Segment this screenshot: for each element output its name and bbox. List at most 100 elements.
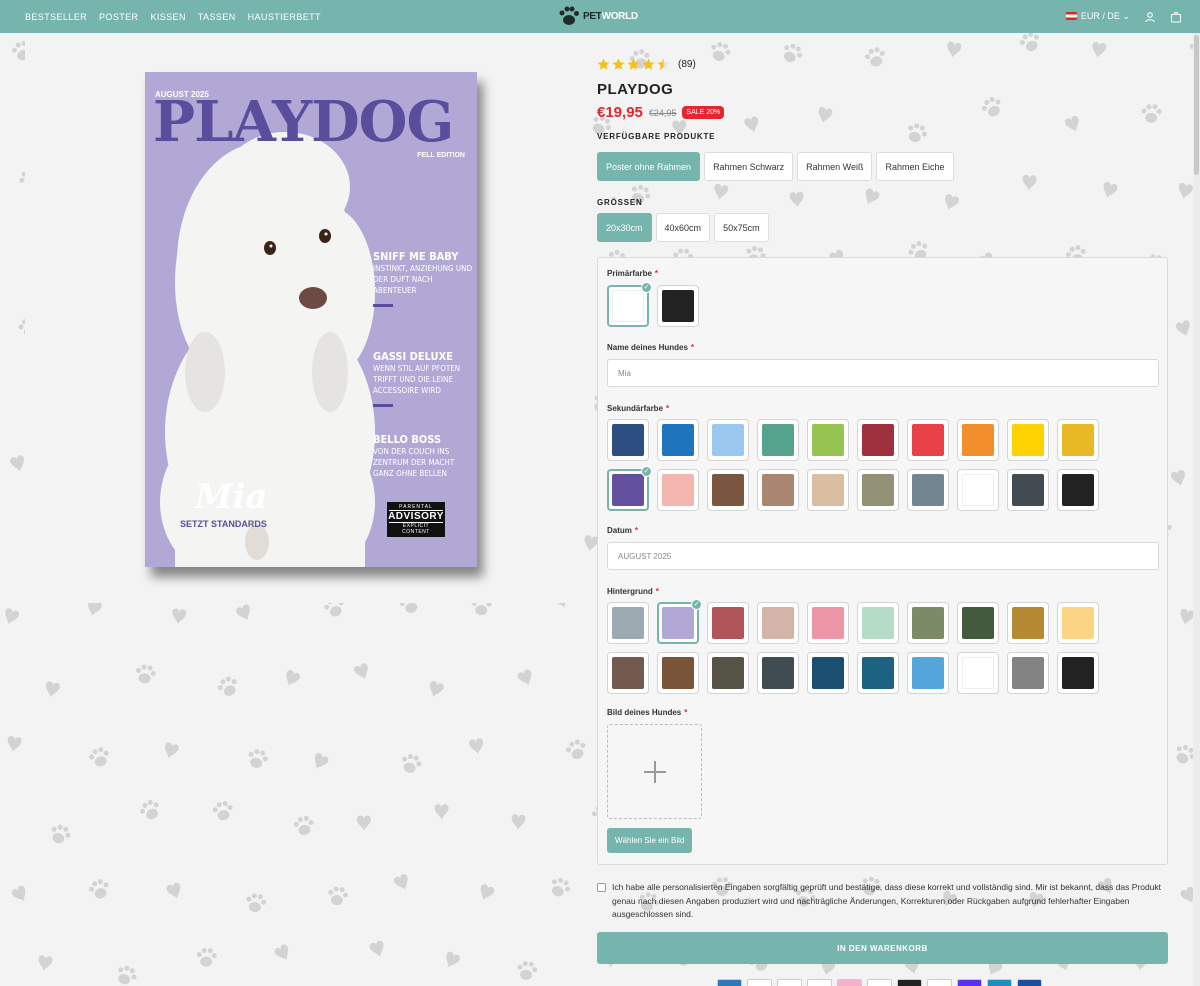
- secondary-color-swatch[interactable]: [1007, 419, 1049, 461]
- secondary-color-swatch[interactable]: [657, 419, 699, 461]
- background-color-swatch[interactable]: [957, 652, 999, 694]
- dog-name-input[interactable]: Mia: [607, 359, 1159, 387]
- swatch-color: [662, 424, 694, 456]
- background-color-swatch[interactable]: [907, 652, 949, 694]
- header-actions: EUR / DE ⌄: [1065, 11, 1182, 23]
- swatch-color: [712, 607, 744, 639]
- product-option-4[interactable]: Rahmen Eiche: [876, 152, 954, 181]
- secondary-color-swatch[interactable]: [707, 469, 749, 511]
- secondary-color-swatch[interactable]: [1007, 469, 1049, 511]
- account-icon[interactable]: [1144, 11, 1156, 23]
- background-color-swatch[interactable]: [1007, 652, 1049, 694]
- check-icon: ✓: [641, 282, 652, 293]
- swatch-color: [812, 474, 844, 506]
- swatch-color: [762, 474, 794, 506]
- background-color-swatch[interactable]: [907, 602, 949, 644]
- size-option-1[interactable]: 20x30cm: [597, 213, 652, 242]
- swatch-color: [662, 657, 694, 689]
- swatch-color: [912, 657, 944, 689]
- background-color-swatch[interactable]: [657, 652, 699, 694]
- background-color-swatch[interactable]: [857, 602, 899, 644]
- secondary-color-swatch[interactable]: [907, 419, 949, 461]
- swatch-color: [862, 607, 894, 639]
- secondary-color-swatch[interactable]: [1057, 419, 1099, 461]
- payment-methods: [717, 979, 1042, 986]
- secondary-color-swatch[interactable]: [757, 419, 799, 461]
- nav-tassen[interactable]: TASSEN: [198, 12, 236, 22]
- background-color-swatch[interactable]: [1057, 602, 1099, 644]
- size-option-3[interactable]: 50x75cm: [714, 213, 769, 242]
- secondary-color-swatch[interactable]: [857, 469, 899, 511]
- background-color-swatch[interactable]: [707, 652, 749, 694]
- swatch-color: [662, 607, 694, 639]
- secondary-color-swatch[interactable]: [907, 469, 949, 511]
- poster-masthead: PLAYDOG: [153, 89, 454, 155]
- secondary-color-swatch[interactable]: [807, 419, 849, 461]
- payment-method-icon: [807, 979, 832, 986]
- product-option-3[interactable]: Rahmen Weiß: [797, 152, 873, 181]
- date-input[interactable]: AUGUST 2025: [607, 542, 1159, 570]
- swatch-color: [962, 607, 994, 639]
- primary-color-swatch[interactable]: [657, 285, 699, 327]
- product-options: Poster ohne Rahmen Rahmen Schwarz Rahmen W…: [597, 152, 954, 181]
- product-option-2[interactable]: Rahmen Schwarz: [704, 152, 794, 181]
- site-logo[interactable]: PETWORLD: [557, 4, 638, 28]
- nav-poster[interactable]: POSTER: [99, 12, 138, 22]
- date-label: Datum *: [607, 526, 639, 535]
- confirm-checkbox[interactable]: [597, 883, 606, 892]
- nav-haustierbett[interactable]: HAUSTIERBETT: [248, 12, 321, 22]
- image-upload-dropzone[interactable]: [607, 724, 702, 819]
- nav-kissen[interactable]: KISSEN: [150, 12, 185, 22]
- swatch-color: [1062, 657, 1094, 689]
- background-color-swatch[interactable]: [757, 602, 799, 644]
- payment-method-icon: [987, 979, 1012, 986]
- background-color-swatch[interactable]: [607, 652, 649, 694]
- background-color-swatch[interactable]: [807, 652, 849, 694]
- secondary-color-swatch[interactable]: [607, 419, 649, 461]
- primary-color-swatch[interactable]: ✓: [607, 282, 652, 327]
- rating-stars: [597, 58, 670, 71]
- background-color-swatch[interactable]: [1057, 652, 1099, 694]
- add-to-cart-button[interactable]: IN DEN WARENKORB: [597, 932, 1168, 964]
- background-color-swatch[interactable]: [857, 652, 899, 694]
- swatch-color: [1012, 657, 1044, 689]
- product-preview-poster[interactable]: AUGUST 2025 PLAYDOG FELL EDITION SNIFF M…: [145, 72, 477, 567]
- secondary-color-swatch[interactable]: [1057, 469, 1099, 511]
- choose-image-button[interactable]: Wählen Sie ein Bild: [607, 828, 693, 853]
- background-color-swatch[interactable]: ✓: [657, 599, 702, 644]
- secondary-color-swatch[interactable]: [857, 419, 899, 461]
- poster-dog-name: Mia: [195, 477, 268, 517]
- star-half-icon: [657, 58, 670, 70]
- product-option-1[interactable]: Poster ohne Rahmen: [597, 152, 701, 181]
- background-color-swatch[interactable]: [1007, 602, 1049, 644]
- secondary-color-swatch[interactable]: ✓: [607, 466, 652, 511]
- size-option-2[interactable]: 40x60cm: [655, 213, 711, 242]
- poster-teaser-2: GASSI DELUXE WENN STIL AUF PFOTEN TRIFFT…: [373, 350, 473, 407]
- background-color-swatch[interactable]: [607, 602, 649, 644]
- secondary-color-swatch[interactable]: [957, 419, 999, 461]
- payment-method-icon: [1017, 979, 1042, 986]
- check-icon: ✓: [691, 599, 702, 610]
- secondary-color-swatch[interactable]: [957, 469, 999, 511]
- parental-advisory-badge: PARENTAL ADVISORY EXPLICIT CONTENT: [387, 502, 445, 537]
- secondary-color-swatch[interactable]: [707, 419, 749, 461]
- nav-bestseller[interactable]: BESTSELLER: [25, 12, 87, 22]
- product-rating[interactable]: (89): [597, 58, 696, 71]
- star-icon: [612, 58, 625, 70]
- background-color-swatch[interactable]: [957, 602, 999, 644]
- swatch-color: [812, 424, 844, 456]
- secondary-color-swatch[interactable]: [807, 469, 849, 511]
- background-color-swatch[interactable]: [807, 602, 849, 644]
- cart-icon[interactable]: [1170, 11, 1182, 23]
- review-count: (89): [678, 59, 696, 70]
- swatch-color: [1012, 424, 1044, 456]
- background-color-swatch[interactable]: [757, 652, 799, 694]
- secondary-color-swatch[interactable]: [757, 469, 799, 511]
- background-color-swatch[interactable]: [707, 602, 749, 644]
- swatch-color: [962, 424, 994, 456]
- secondary-color-swatch[interactable]: [657, 469, 699, 511]
- currency-selector[interactable]: EUR / DE ⌄: [1065, 11, 1130, 22]
- payment-method-icon: [867, 979, 892, 986]
- scrollbar-thumb[interactable]: [1194, 35, 1199, 175]
- page-scrollbar[interactable]: [1193, 33, 1200, 986]
